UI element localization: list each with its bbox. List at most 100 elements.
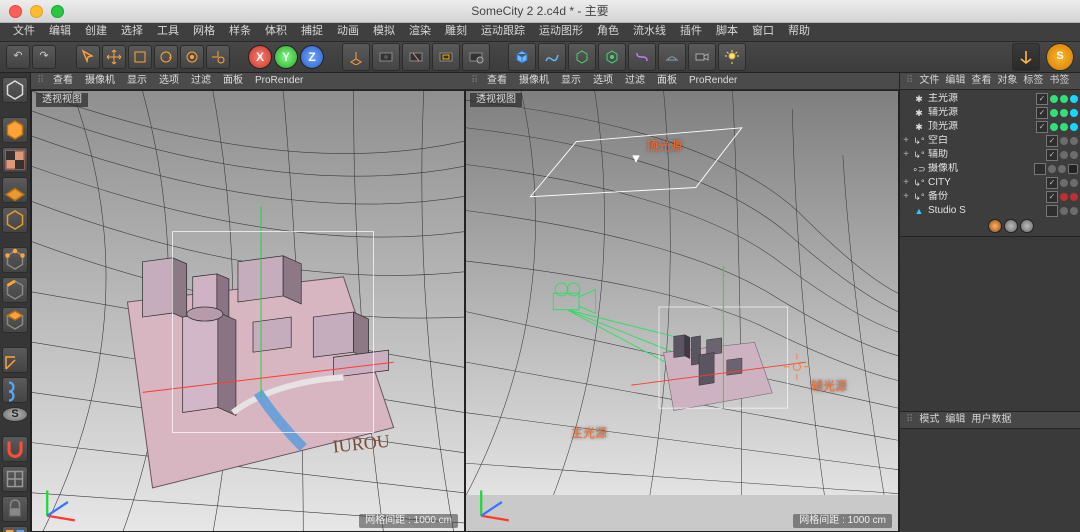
menu-help[interactable]: 帮助 xyxy=(781,23,817,40)
render-view-button[interactable] xyxy=(372,43,400,71)
menu-character[interactable]: 角色 xyxy=(590,23,626,40)
menu-file[interactable]: 文件 xyxy=(6,23,42,40)
add-light-button[interactable] xyxy=(718,43,746,71)
add-generator-button[interactable] xyxy=(568,43,596,71)
substance-button[interactable]: S xyxy=(1046,43,1074,71)
menu-sculpt[interactable]: 雕刻 xyxy=(438,23,474,40)
make-editable-button[interactable] xyxy=(2,77,28,103)
vp-menu-panel-r[interactable]: 面板 xyxy=(651,74,683,88)
texture-mode-button[interactable] xyxy=(2,147,28,173)
vis-editor-dot[interactable] xyxy=(1050,109,1058,117)
tree-row-top-light[interactable]: ✱ 顶光源 ✓ xyxy=(900,120,1080,134)
object-name[interactable]: 辅助 xyxy=(928,149,1043,161)
workplane-lock-button[interactable] xyxy=(2,496,28,522)
tag-icon[interactable] xyxy=(1070,123,1078,131)
object-name[interactable]: 空白 xyxy=(928,135,1043,147)
tree-row-main-light[interactable]: ✱ 主光源 ✓ xyxy=(900,92,1080,106)
vis-editor-dot[interactable] xyxy=(1060,193,1068,201)
tag-icon[interactable] xyxy=(1070,95,1078,103)
layer-checkbox[interactable] xyxy=(1046,205,1058,217)
tree-row-null[interactable]: + ↳° 空白 ✓ xyxy=(900,134,1080,148)
add-spline-button[interactable] xyxy=(538,43,566,71)
menu-window[interactable]: 窗口 xyxy=(745,23,781,40)
vis-render-dot[interactable] xyxy=(1070,207,1078,215)
vis-render-dot[interactable] xyxy=(1058,165,1066,173)
vis-render-dot[interactable] xyxy=(1070,151,1078,159)
render-settings-button[interactable] xyxy=(462,43,490,71)
viewport-solo-button[interactable]: S xyxy=(2,407,28,422)
tree-row-camera[interactable]: ∘⊃ 摄像机 xyxy=(900,162,1080,176)
misc-tool-button[interactable] xyxy=(2,526,28,532)
workplane-mode-button[interactable] xyxy=(2,177,28,203)
tree-row-helper[interactable]: + ↳° 辅助 ✓ xyxy=(900,148,1080,162)
tree-row-city[interactable]: + ↳° CITY ✓ xyxy=(900,176,1080,190)
coord-system-button[interactable] xyxy=(342,43,370,71)
vis-editor-dot[interactable] xyxy=(1050,123,1058,131)
layer-checkbox[interactable]: ✓ xyxy=(1046,149,1058,161)
layer-checkbox[interactable] xyxy=(1034,163,1046,175)
axis-y-toggle[interactable]: Y xyxy=(274,45,298,69)
vp-menu-cam-l[interactable]: 摄像机 xyxy=(79,74,121,88)
edges-mode-button[interactable] xyxy=(2,277,28,303)
menu-select[interactable]: 选择 xyxy=(114,23,150,40)
object-manager-tree[interactable]: ✱ 主光源 ✓ ✱ 辅光源 ✓ ✱ 顶光源 ✓ + xyxy=(900,90,1080,236)
material-tag-icon[interactable] xyxy=(1004,219,1018,233)
vis-editor-dot[interactable] xyxy=(1060,151,1068,159)
object-name[interactable]: 摄像机 xyxy=(928,163,1031,175)
om-tab-edit[interactable]: 编辑 xyxy=(945,75,965,87)
object-name[interactable]: 备份 xyxy=(928,191,1043,203)
object-name[interactable]: 辅光源 xyxy=(928,107,1033,119)
window-close-icon[interactable] xyxy=(9,5,22,18)
layer-checkbox[interactable]: ✓ xyxy=(1036,107,1048,119)
vis-render-dot[interactable] xyxy=(1070,137,1078,145)
layer-checkbox[interactable]: ✓ xyxy=(1046,191,1058,203)
model-mode-button[interactable] xyxy=(2,117,28,143)
menu-motiontrack[interactable]: 运动跟踪 xyxy=(474,23,532,40)
vp-menu-view-l[interactable]: 查看 xyxy=(47,74,79,88)
vp-menu-view-r[interactable]: 查看 xyxy=(481,74,513,88)
tweak-mode-button[interactable] xyxy=(2,377,28,403)
tag-icon[interactable] xyxy=(1068,164,1078,174)
menu-edit[interactable]: 编辑 xyxy=(42,23,78,40)
tree-row-fill-light[interactable]: ✱ 辅光源 ✓ xyxy=(900,106,1080,120)
vp-menu-filter-r[interactable]: 过滤 xyxy=(619,74,651,88)
menu-mesh[interactable]: 网格 xyxy=(186,23,222,40)
snap-toggle-button[interactable] xyxy=(2,436,28,462)
attr-tab-mode[interactable]: 模式 xyxy=(919,414,939,426)
object-name[interactable]: Studio S xyxy=(928,205,1043,217)
lasttool-button[interactable] xyxy=(180,45,204,69)
tag-icon[interactable] xyxy=(1070,109,1078,117)
perspective-viewport-right[interactable]: 透视视图 顶光源 主光源 辅光源 网格间距 : 1000 cm xyxy=(465,90,899,532)
vis-editor-dot[interactable] xyxy=(1050,95,1058,103)
object-name[interactable]: 主光源 xyxy=(928,93,1033,105)
axis-tool-button[interactable] xyxy=(2,347,28,373)
layer-checkbox[interactable]: ✓ xyxy=(1046,177,1058,189)
add-environment-button[interactable] xyxy=(658,43,686,71)
layer-checkbox[interactable]: ✓ xyxy=(1036,121,1048,133)
menu-volume[interactable]: 体积 xyxy=(258,23,294,40)
vis-render-dot[interactable] xyxy=(1070,179,1078,187)
vis-render-dot[interactable] xyxy=(1060,123,1068,131)
vp-menu-panel-l[interactable]: 面板 xyxy=(217,74,249,88)
menu-pipeline[interactable]: 流水线 xyxy=(626,23,673,40)
menu-animate[interactable]: 动画 xyxy=(330,23,366,40)
polygons-mode-button[interactable] xyxy=(2,307,28,333)
redo-button[interactable]: ↷ xyxy=(32,45,56,69)
live-select-tool[interactable] xyxy=(76,45,100,69)
window-zoom-icon[interactable] xyxy=(51,5,64,18)
expand-toggle[interactable]: + xyxy=(902,149,910,161)
points-mode-button[interactable] xyxy=(2,247,28,273)
om-tab-bookmarks[interactable]: 书签 xyxy=(1049,75,1069,87)
locked-tool[interactable] xyxy=(206,45,230,69)
vis-render-dot[interactable] xyxy=(1060,95,1068,103)
vp-menu-display-r[interactable]: 显示 xyxy=(555,74,587,88)
vp-menu-prorender-r[interactable]: ProRender xyxy=(683,74,743,88)
layer-checkbox[interactable]: ✓ xyxy=(1036,93,1048,105)
object-axis-button[interactable] xyxy=(2,207,28,233)
menu-tools[interactable]: 工具 xyxy=(150,23,186,40)
attr-tab-edit[interactable]: 编辑 xyxy=(945,414,965,426)
menu-render[interactable]: 渲染 xyxy=(402,23,438,40)
om-tab-objects[interactable]: 对象 xyxy=(997,75,1017,87)
expand-toggle[interactable]: + xyxy=(902,177,910,189)
expand-toggle[interactable]: + xyxy=(902,191,910,203)
